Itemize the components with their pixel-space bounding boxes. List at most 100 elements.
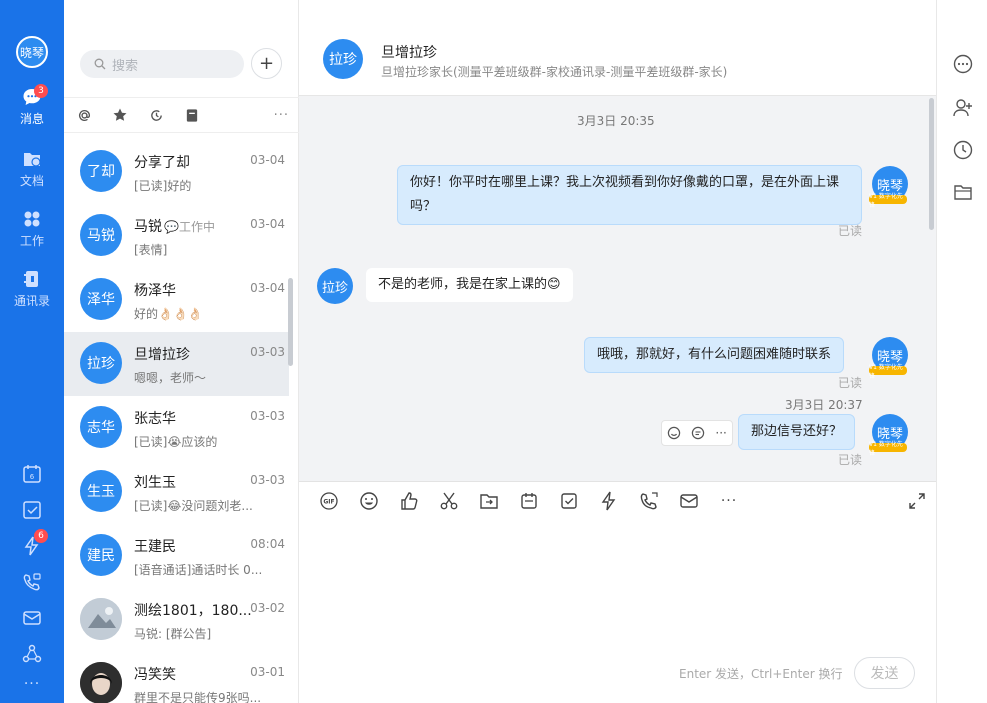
folder-icon [24, 153, 41, 167]
conversation-time: 03-03 [250, 409, 285, 423]
schedule-button[interactable] [509, 491, 549, 511]
chat-header: 拉珍 旦增拉珍 旦增拉珍家长(测量平差班级群-家校通讯录-测量平差班级群-家长) [299, 0, 936, 96]
conversation-item[interactable]: 建民 王建民 08:04 [语音通话]通话时长 0... [64, 524, 289, 588]
files-folder-icon[interactable] [952, 181, 974, 203]
composer: GIF ··· Enter 发送，Ctrl+Enter 换行 发送 [299, 481, 936, 703]
send-button[interactable]: 发送 [854, 657, 915, 689]
gif-icon: GIF [320, 492, 338, 510]
nav-item-contacts[interactable]: 通讯录 [0, 268, 64, 309]
lightning-icon [601, 491, 616, 511]
avatar: 泽华 [80, 278, 122, 320]
conversation-preview: [语音通话]通话时长 0... [134, 563, 263, 577]
right-rail [936, 0, 987, 703]
message-timestamp: 3月3日 20:37 [785, 398, 863, 412]
mail-button[interactable] [669, 491, 709, 511]
message-bubble-incoming[interactable]: 不是的老师，我是在家上课的😊 [366, 268, 573, 302]
calendar-icon [521, 493, 537, 509]
scissors-icon [440, 492, 458, 510]
read-status: 已读 [838, 376, 863, 390]
app-window: 晓琴 消息 3 文档 工作 通讯录 6 6 ··· 搜索 + ··· 了却 分享… [0, 0, 987, 703]
history-filter-icon[interactable] [138, 97, 174, 133]
conversation-time: 03-04 [250, 217, 285, 231]
share-nodes-icon[interactable] [21, 643, 43, 665]
chat-avatar[interactable]: 拉珍 [323, 39, 363, 79]
read-status: 已读 [838, 224, 863, 238]
video-call-icon[interactable] [21, 571, 43, 593]
filter-bar: ··· [64, 97, 299, 133]
vip-tag: V1 数字化先锋 [869, 364, 907, 380]
sender-avatar[interactable]: 拉珍 [317, 268, 353, 304]
avatar: 拉珍 [80, 342, 122, 384]
nav-item-docs[interactable]: 文档 [0, 148, 64, 189]
conversation-preview: [已读]好的 [134, 179, 192, 193]
nav-item-work[interactable]: 工作 [0, 208, 64, 249]
nav-label-contacts: 通讯录 [13, 294, 50, 308]
ding-button[interactable] [589, 491, 629, 511]
like-button[interactable] [389, 491, 429, 511]
add-button[interactable]: + [251, 48, 282, 79]
screenshot-button[interactable] [429, 491, 469, 511]
conversation-item[interactable]: 泽华 杨泽华 03-04 好的👌🏻👌🏻👌🏻 [64, 268, 289, 332]
read-status: 已读 [838, 453, 863, 467]
presence-status: 💬工作中 [164, 220, 215, 234]
list-scrollbar[interactable] [288, 278, 293, 366]
conversation-item[interactable]: 冯笑笑 03-01 群里不是只能传9张吗... [64, 652, 289, 703]
message-bubble-outgoing[interactable]: 你好！你平时在哪里上课？我上次视频看到你好像戴的口罩，是在外面上课吗？ [397, 165, 862, 225]
archive-filter-icon[interactable] [174, 97, 210, 133]
search-placeholder: 搜索 [112, 58, 139, 74]
mention-filter-icon[interactable] [66, 97, 102, 133]
send-hint: Enter 发送，Ctrl+Enter 换行 [679, 667, 843, 681]
call-button[interactable] [629, 491, 669, 511]
conversation-time: 03-04 [250, 281, 285, 295]
nav-more[interactable]: ··· [0, 676, 64, 692]
conversation-item[interactable]: 测绘1801，180... 03-02 马锐: [群公告] [64, 588, 289, 652]
todo-check-icon[interactable] [21, 499, 43, 521]
filter-more[interactable]: ··· [274, 108, 289, 123]
message-more-button[interactable]: ··· [715, 426, 726, 440]
conversation-item[interactable]: 马锐 马锐 💬工作中 03-04 [表情] [64, 204, 289, 268]
svg-text:6: 6 [30, 473, 35, 481]
conversation-item[interactable]: 生玉 刘生玉 03-03 [已读]😂没问题刘老... [64, 460, 289, 524]
chat-subtitle: 旦增拉珍家长(测量平差班级群-家校通讯录-测量平差班级群-家长) [381, 65, 728, 79]
avatar: 建民 [80, 534, 122, 576]
conversation-item[interactable]: 志华 张志华 03-03 [已读]😭应该的 [64, 396, 289, 460]
conversation-item[interactable]: 了却 分享了却 03-04 [已读]好的 [64, 140, 289, 204]
expand-icon[interactable] [908, 492, 926, 510]
conversation-name: 马锐 💬工作中 [134, 219, 215, 235]
avatar: 了却 [80, 150, 122, 192]
conversation-preview: 嗯嗯，老师～ [134, 371, 207, 385]
task-button[interactable] [549, 491, 589, 511]
send-file-button[interactable] [469, 491, 509, 511]
reply-icon[interactable] [691, 426, 705, 440]
phone-icon [640, 492, 658, 510]
nav-label-work: 工作 [19, 234, 44, 248]
mail-icon[interactable] [21, 607, 43, 629]
nav-item-messages[interactable]: 消息 3 [0, 84, 64, 127]
conversation-time: 03-03 [250, 473, 285, 487]
gif-button[interactable]: GIF [309, 491, 349, 511]
conversation-time: 08:04 [250, 537, 285, 551]
conversation-preview: [表情] [134, 243, 168, 257]
message-bubble-outgoing[interactable]: 那边信号还好？ [738, 414, 856, 450]
conversation-list-panel: 搜索 + ··· 了却 分享了却 03-04 [已读]好的 马锐 马锐 💬工作中 03-04 [… [64, 0, 299, 703]
history-icon[interactable] [952, 139, 974, 161]
chat-scrollbar[interactable] [929, 98, 934, 230]
emoji-button[interactable] [349, 491, 389, 511]
conversation-item[interactable]: 拉珍 旦增拉珍 03-03 嗯嗯，老师～ [64, 332, 289, 396]
gif-label: GIF [323, 499, 334, 506]
message-bubble-outgoing[interactable]: 哦哦，那就好，有什么问题困难随时联系 [584, 337, 845, 373]
apps-grid-icon [24, 211, 40, 227]
search-input[interactable]: 搜索 [80, 50, 244, 78]
more-options-icon[interactable] [952, 53, 974, 75]
emoji-reaction-icon[interactable] [667, 426, 681, 440]
composer-toolbar: GIF ··· [309, 490, 749, 512]
add-member-icon[interactable] [952, 97, 974, 119]
calendar-icon[interactable]: 6 [21, 463, 43, 485]
avatar: 志华 [80, 406, 122, 448]
conversation-preview: [已读]😭应该的 [134, 435, 218, 449]
avatar[interactable]: 晓琴 [16, 36, 48, 68]
checkbox-icon [561, 493, 577, 509]
star-filter-icon[interactable] [102, 97, 138, 133]
vip-tag: V1 数字化先锋 [869, 193, 907, 209]
toolbar-more-button[interactable]: ··· [709, 493, 749, 509]
